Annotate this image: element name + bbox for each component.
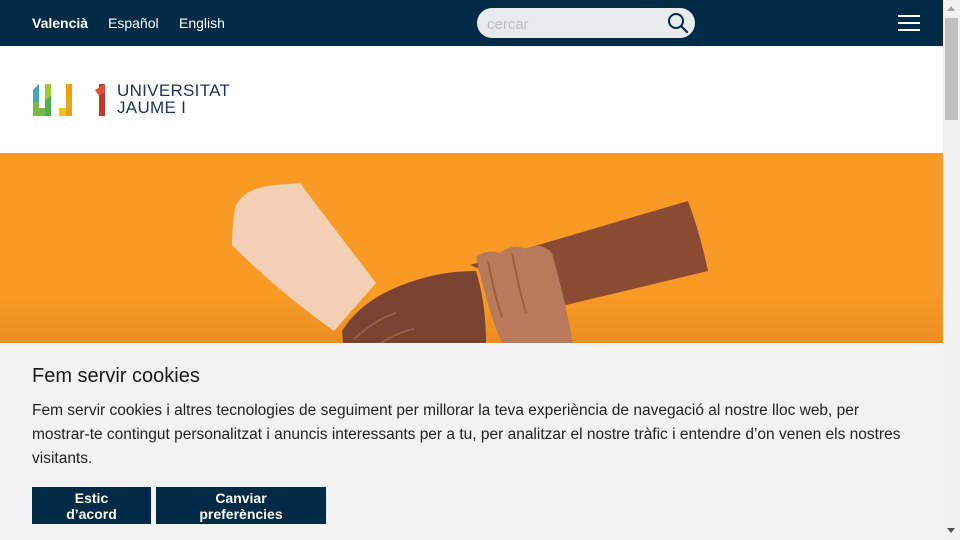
university-logo[interactable]: UNIVERSITAT JAUME I — [33, 82, 243, 122]
search-input[interactable] — [485, 12, 659, 36]
cookie-banner-title: Fem servir cookies — [32, 365, 200, 387]
cookie-banner-text: Fem servir cookies i altres tecnologies … — [32, 402, 901, 467]
search-box — [477, 8, 695, 38]
change-preferences-button[interactable]: Canviar preferències — [156, 487, 326, 524]
language-english-link[interactable]: English — [179, 15, 225, 31]
logo-text-line2: JAUME I — [117, 98, 187, 117]
logo-text-line1: UNIVERSITAT — [117, 81, 231, 100]
scrollbar-thumb[interactable] — [945, 18, 958, 120]
scroll-down-arrow-icon[interactable] — [947, 528, 955, 533]
hero-banner — [0, 153, 943, 353]
logo-text: UNIVERSITAT JAUME I — [117, 82, 230, 116]
search-icon[interactable] — [667, 12, 689, 34]
language-espanol-link[interactable]: Español — [108, 15, 159, 31]
uji-logo-mark — [33, 84, 105, 116]
hands-illustration — [232, 183, 708, 353]
hamburger-menu-icon[interactable] — [897, 12, 921, 34]
page-scrollbar[interactable] — [943, 0, 960, 540]
accept-cookies-button[interactable]: Estic d’acord — [32, 487, 151, 524]
page: Valencià Español English cercar UNIVERSI… — [0, 0, 943, 540]
cookie-banner: Fem servir cookies Fem servir cookies i … — [0, 343, 943, 540]
top-bar: Valencià Español English — [0, 0, 943, 46]
language-valencia-link[interactable]: Valencià — [32, 15, 88, 31]
scroll-up-arrow-icon[interactable] — [947, 6, 955, 11]
